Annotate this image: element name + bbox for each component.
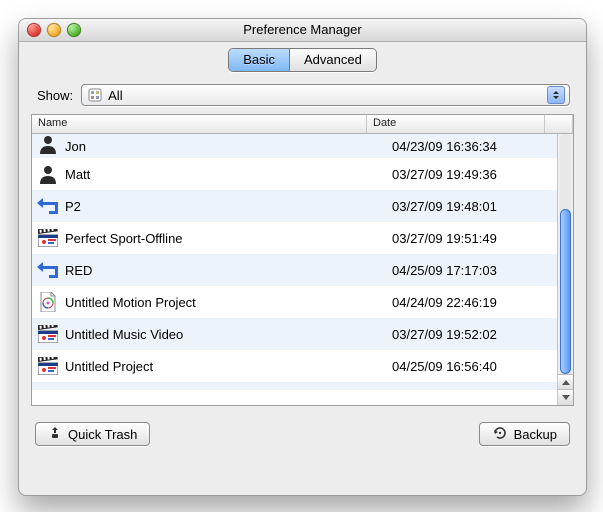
table-header: Name Date bbox=[32, 115, 573, 134]
zoom-icon[interactable] bbox=[67, 23, 81, 37]
backup-button[interactable]: Backup bbox=[479, 422, 570, 446]
vertical-scrollbar[interactable] bbox=[557, 134, 573, 405]
tab-bar: Basic Advanced bbox=[19, 42, 586, 78]
row-name: Untitled Music Video bbox=[61, 327, 390, 342]
person-icon bbox=[32, 134, 61, 154]
scroll-up-icon[interactable] bbox=[558, 374, 573, 390]
view-toggle: Basic Advanced bbox=[228, 48, 377, 72]
filter-all-icon bbox=[88, 88, 102, 102]
column-date[interactable]: Date bbox=[367, 115, 545, 133]
column-name[interactable]: Name bbox=[32, 115, 367, 133]
table-body: Jon04/23/09 16:36:34Matt03/27/09 19:49:3… bbox=[32, 134, 557, 405]
row-date: 03/27/09 19:48:01 bbox=[390, 199, 557, 214]
table-row[interactable]: Untitled Music Video03/27/09 19:52:02 bbox=[32, 318, 557, 350]
table-row[interactable] bbox=[32, 382, 557, 390]
table-row[interactable]: Matt03/27/09 19:49:36 bbox=[32, 158, 557, 190]
row-name: Perfect Sport-Offline bbox=[61, 231, 390, 246]
row-name: Matt bbox=[61, 167, 390, 182]
popup-stepper-icon bbox=[547, 86, 565, 104]
backup-label: Backup bbox=[514, 427, 557, 442]
minimize-icon[interactable] bbox=[47, 23, 61, 37]
filter-row: Show: All bbox=[31, 78, 574, 114]
backup-icon bbox=[492, 426, 508, 443]
scroll-down-icon[interactable] bbox=[558, 389, 573, 405]
row-date: 03/27/09 19:51:49 bbox=[390, 231, 557, 246]
clap-icon bbox=[32, 325, 61, 343]
quick-trash-label: Quick Trash bbox=[68, 427, 137, 442]
table-row[interactable]: P203/27/09 19:48:01 bbox=[32, 190, 557, 222]
window-title: Preference Manager bbox=[243, 22, 362, 37]
traffic-lights bbox=[27, 23, 81, 37]
tab-basic[interactable]: Basic bbox=[229, 49, 289, 71]
table-row[interactable]: RED04/25/09 17:17:03 bbox=[32, 254, 557, 286]
row-date: 04/25/09 16:56:40 bbox=[390, 359, 557, 374]
window-frame: Preference Manager Basic Advanced Show: bbox=[18, 18, 587, 496]
table-row[interactable]: Jon04/23/09 16:36:34 bbox=[32, 134, 557, 158]
row-date: 04/23/09 16:36:34 bbox=[390, 139, 557, 154]
row-name: Untitled Project bbox=[61, 359, 390, 374]
row-name: P2 bbox=[61, 199, 390, 214]
button-row: Quick Trash Backup bbox=[31, 406, 574, 450]
quick-trash-button[interactable]: Quick Trash bbox=[35, 422, 150, 446]
row-name: Jon bbox=[61, 139, 390, 154]
row-date: 04/24/09 22:46:19 bbox=[390, 295, 557, 310]
show-label: Show: bbox=[35, 88, 73, 103]
arrow-icon bbox=[32, 198, 61, 214]
content-panel: Show: All bbox=[31, 78, 574, 450]
arrow-icon bbox=[32, 262, 61, 278]
table: Name Date Jon04/23/09 16:36:34Matt03/27/… bbox=[31, 114, 574, 406]
table-row[interactable]: Untitled Project04/25/09 16:56:40 bbox=[32, 350, 557, 382]
scrollbar-thumb[interactable] bbox=[560, 209, 571, 374]
row-date: 03/27/09 19:52:02 bbox=[390, 327, 557, 342]
close-icon[interactable] bbox=[27, 23, 41, 37]
row-name: RED bbox=[61, 263, 390, 278]
person-icon bbox=[32, 164, 61, 184]
show-popup[interactable]: All bbox=[81, 84, 570, 106]
column-scroll-spacer bbox=[545, 115, 573, 133]
trash-icon bbox=[48, 426, 62, 443]
titlebar[interactable]: Preference Manager bbox=[19, 19, 586, 42]
row-name: Untitled Motion Project bbox=[61, 295, 390, 310]
tab-advanced[interactable]: Advanced bbox=[289, 49, 376, 71]
row-date: 03/27/09 19:49:36 bbox=[390, 167, 557, 182]
doc-icon bbox=[32, 292, 61, 312]
clap-icon bbox=[32, 229, 61, 247]
clap-icon bbox=[32, 357, 61, 375]
show-value: All bbox=[108, 88, 122, 103]
row-date: 04/25/09 17:17:03 bbox=[390, 263, 557, 278]
table-row[interactable]: Untitled Motion Project04/24/09 22:46:19 bbox=[32, 286, 557, 318]
table-row[interactable]: Perfect Sport-Offline03/27/09 19:51:49 bbox=[32, 222, 557, 254]
